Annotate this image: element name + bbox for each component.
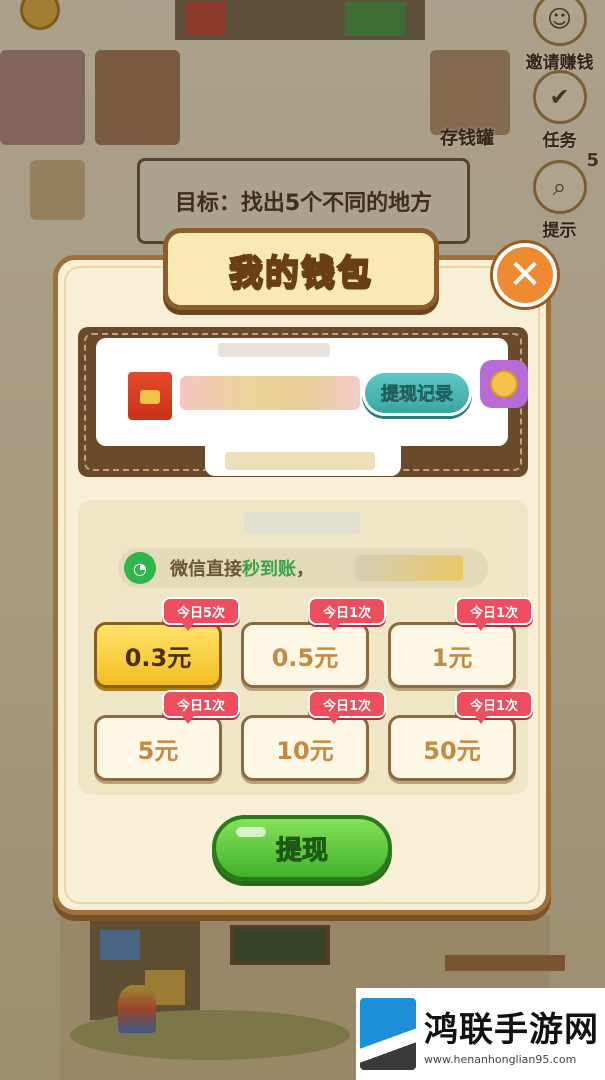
wechat-notice-highlight: 秒到账 bbox=[242, 559, 296, 580]
amount-option-50[interactable]: 50元 bbox=[388, 715, 516, 781]
blurred-balance-caption bbox=[218, 343, 330, 357]
close-icon: ✕ bbox=[508, 252, 542, 298]
wechat-notice-text: 微信直接秒到账， bbox=[170, 555, 314, 581]
withdraw-button[interactable]: 提现 bbox=[212, 815, 392, 881]
blurred-notice-text bbox=[355, 555, 463, 581]
dialog-title: 我的钱包 bbox=[228, 252, 373, 294]
wechat-notice-suffix: ， bbox=[296, 559, 314, 580]
blurred-panel-title bbox=[244, 512, 360, 534]
watermark-title: 鸿联手游网 bbox=[424, 1010, 599, 1050]
watermark: 鸿联手游网 www.henanhonglian95.com bbox=[356, 988, 605, 1080]
withdraw-label: 提现 bbox=[275, 835, 328, 866]
limit-tag: 今日5次 bbox=[162, 597, 240, 631]
site-logo-icon bbox=[360, 998, 416, 1070]
blurred-coin-text bbox=[225, 452, 375, 470]
withdraw-record-button[interactable]: 提现记录 bbox=[362, 370, 472, 416]
limit-tag: 今日1次 bbox=[308, 690, 386, 724]
limit-tag: 今日1次 bbox=[162, 690, 240, 724]
wechat-icon: ◔ bbox=[124, 552, 156, 584]
limit-tag: 今日1次 bbox=[455, 597, 533, 631]
blurred-balance-amount bbox=[180, 376, 360, 410]
limit-tag: 今日1次 bbox=[455, 690, 533, 724]
watermark-url: www.henanhonglian95.com bbox=[424, 1053, 577, 1066]
amount-option-10[interactable]: 10元 bbox=[241, 715, 369, 781]
amount-option-5[interactable]: 5元 bbox=[94, 715, 222, 781]
amount-option-0-3[interactable]: 0.3元 bbox=[94, 622, 222, 688]
coin-tab-icon[interactable] bbox=[480, 360, 528, 408]
amount-option-1[interactable]: 1元 bbox=[388, 622, 516, 688]
wechat-notice-prefix: 微信直接 bbox=[170, 559, 242, 580]
amount-option-0-5[interactable]: 0.5元 bbox=[241, 622, 369, 688]
limit-tag: 今日1次 bbox=[308, 597, 386, 631]
close-button[interactable]: ✕ bbox=[493, 243, 557, 307]
red-packet-icon bbox=[128, 372, 172, 420]
dialog-title-banner: 我的钱包 bbox=[163, 228, 439, 310]
